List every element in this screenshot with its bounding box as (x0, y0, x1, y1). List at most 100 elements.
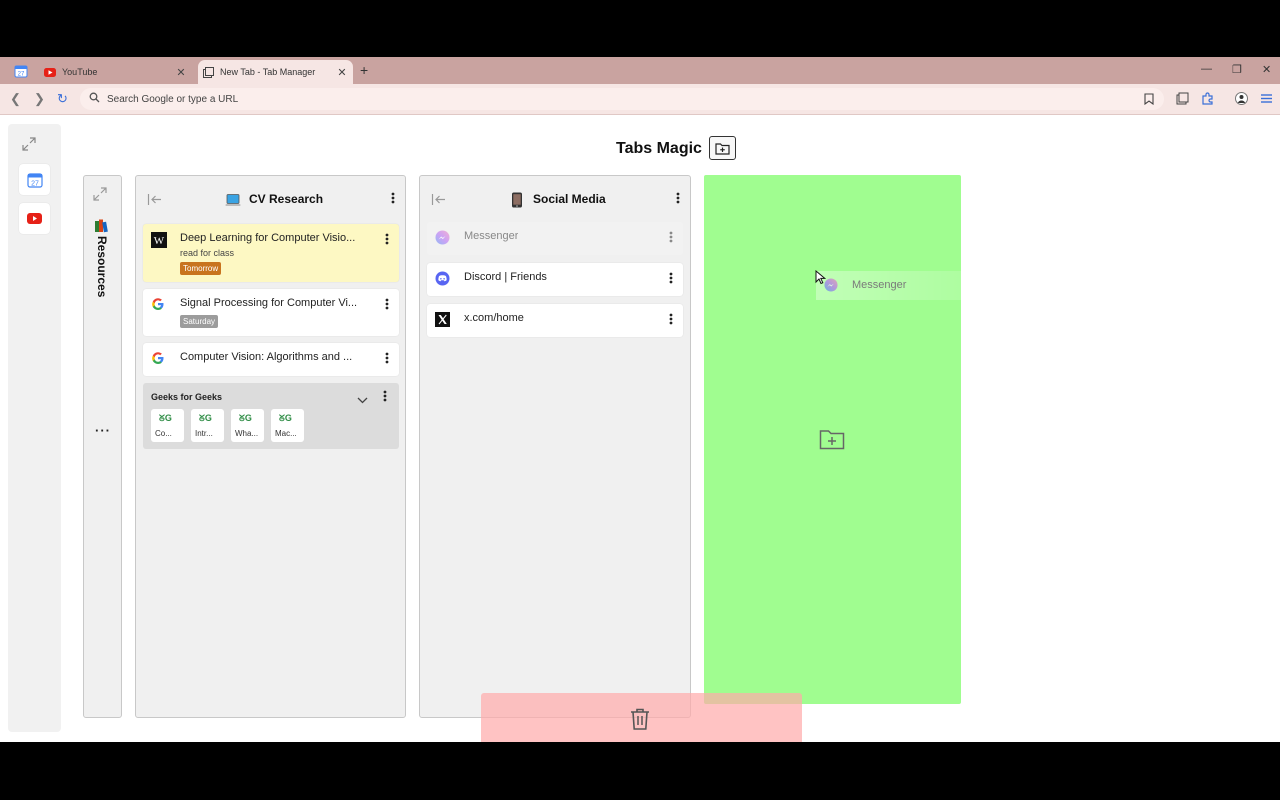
column-name: Social Media (533, 192, 606, 206)
folder-plus-icon (819, 428, 845, 455)
svg-text:27: 27 (31, 180, 39, 187)
expand-column-icon[interactable] (93, 187, 107, 206)
extensions-icon[interactable] (1201, 92, 1215, 106)
calendar-icon: 27 (26, 172, 43, 188)
address-bar[interactable]: Search Google or type a URL (80, 88, 1164, 110)
mouse-cursor-icon (815, 269, 827, 290)
wikipedia-icon: W (151, 232, 167, 248)
page-title: Tabs Magic (616, 140, 702, 157)
tab-card-title: x.com/home (464, 312, 524, 324)
tab-card-drag-placeholder[interactable]: Messenger (427, 222, 683, 255)
column-header: CV Research (136, 176, 405, 224)
tab-title: YouTube (62, 67, 98, 77)
svg-text:W: W (154, 235, 165, 247)
browser-toolbar: ❮ ❯ ↻ Search Google or type a URL (0, 84, 1280, 115)
youtube-icon (44, 66, 56, 78)
kebab-menu-icon[interactable] (669, 230, 673, 248)
restore-icon[interactable]: ❐ (1232, 63, 1242, 76)
group-tab-label: Mac... (275, 429, 297, 438)
close-tab-icon[interactable]: ✕ (335, 66, 349, 79)
group-tab-item[interactable]: ᘜG Intr... (191, 409, 224, 442)
group-tab-label: Intr... (195, 429, 213, 438)
more-options-icon[interactable]: ··· (95, 423, 111, 438)
expand-icon[interactable] (22, 137, 36, 156)
group-tab-item[interactable]: ᘜG Mac... (271, 409, 304, 442)
column-name: CV Research (249, 192, 324, 206)
gfg-icon: ᘜG (239, 413, 252, 423)
menu-icon[interactable] (1260, 92, 1274, 106)
back-icon[interactable]: ❮ (10, 91, 21, 107)
browser-tab-youtube[interactable]: YouTube ✕ (40, 60, 192, 84)
group-tab-item[interactable]: ᘜG Co... (151, 409, 184, 442)
new-tab-button[interactable]: + (360, 62, 368, 78)
svg-text:27: 27 (18, 72, 25, 78)
rail-youtube-tab[interactable] (19, 203, 50, 234)
tab-card-title: Messenger (464, 230, 519, 242)
column-cv-research: CV Research W Deep Learning for Computer… (135, 175, 406, 718)
chevron-down-icon[interactable] (357, 391, 368, 409)
profile-icon[interactable] (1235, 92, 1249, 106)
minimize-icon[interactable]: — (1201, 63, 1212, 75)
kebab-menu-icon[interactable] (385, 232, 389, 250)
search-icon (89, 90, 100, 108)
tab-card[interactable]: Computer Vision: Algorithms and ... (143, 343, 399, 376)
close-tab-icon[interactable]: ✕ (174, 66, 188, 79)
left-rail: 27 (8, 124, 61, 732)
add-column-button[interactable] (709, 136, 736, 160)
delete-dropzone[interactable] (481, 693, 802, 742)
tab-card[interactable]: x.com/home (427, 304, 683, 337)
tab-card[interactable]: Signal Processing for Computer Vi... Sat… (143, 289, 399, 336)
trash-icon (629, 707, 651, 736)
browser-tab-strip: 27 YouTube ✕ New Tab - Tab Manager ✕ + —… (0, 57, 1280, 84)
tab-search-icon[interactable] (1176, 92, 1190, 106)
group-tab-item[interactable]: ᘜG Wha... (231, 409, 264, 442)
pinned-calendar-tab[interactable]: 27 (14, 64, 28, 78)
new-column-dropzone[interactable] (704, 175, 961, 704)
mobile-phone-icon (510, 192, 526, 208)
kebab-menu-icon[interactable] (385, 297, 389, 315)
kebab-menu-icon[interactable] (385, 351, 389, 369)
collapse-column-icon[interactable] (147, 193, 162, 211)
kebab-menu-icon[interactable] (383, 389, 387, 407)
rail-calendar-tab[interactable]: 27 (19, 164, 50, 195)
tab-manager-icon (202, 66, 214, 78)
forward-icon[interactable]: ❯ (34, 91, 45, 107)
x-icon (435, 312, 451, 328)
drag-ghost-card: Messenger (816, 271, 1056, 300)
kebab-menu-icon[interactable] (669, 271, 673, 289)
calendar-icon: 27 (14, 65, 28, 78)
google-icon (151, 351, 167, 367)
laptop-icon (225, 192, 241, 208)
folder-plus-icon (715, 142, 730, 155)
tab-card[interactable]: Discord | Friends (427, 263, 683, 296)
tab-card-title: Signal Processing for Computer Vi... (180, 297, 358, 309)
gfg-icon: ᘜG (159, 413, 172, 423)
tab-card-title: Discord | Friends (464, 271, 547, 283)
gfg-icon: ᘜG (279, 413, 292, 423)
collapse-column-icon[interactable] (431, 193, 446, 211)
messenger-icon (435, 230, 451, 246)
reload-icon[interactable]: ↻ (57, 91, 68, 107)
column-name: Resources (95, 236, 109, 298)
bookmark-star-icon[interactable] (1144, 92, 1154, 110)
youtube-icon (27, 213, 42, 224)
due-badge: Saturday (180, 315, 219, 328)
tab-card-note: read for class (180, 248, 235, 258)
column-resources-collapsed[interactable]: Resources ··· (83, 175, 122, 718)
tab-card[interactable]: W Deep Learning for Computer Visio... re… (143, 224, 399, 282)
tab-card-title: Computer Vision: Algorithms and ... (180, 351, 353, 363)
drag-ghost-title: Messenger (852, 279, 907, 291)
column-social-media: Social Media Messenger Discord | Friends… (419, 175, 691, 718)
window-close-icon[interactable]: ✕ (1262, 63, 1271, 76)
due-badge: Tomorrow (180, 262, 222, 275)
group-name: Geeks for Geeks (151, 392, 223, 402)
kebab-menu-icon[interactable] (669, 312, 673, 330)
kebab-menu-icon[interactable] (391, 191, 395, 209)
discord-icon (435, 271, 451, 287)
messenger-icon (824, 278, 838, 297)
kebab-menu-icon[interactable] (676, 191, 680, 209)
browser-tab-tab-manager[interactable]: New Tab - Tab Manager ✕ (198, 60, 353, 84)
google-icon (151, 297, 167, 313)
screen: 27 YouTube ✕ New Tab - Tab Manager ✕ + —… (0, 57, 1280, 742)
tab-card-title: Deep Learning for Computer Visio... (180, 232, 356, 244)
